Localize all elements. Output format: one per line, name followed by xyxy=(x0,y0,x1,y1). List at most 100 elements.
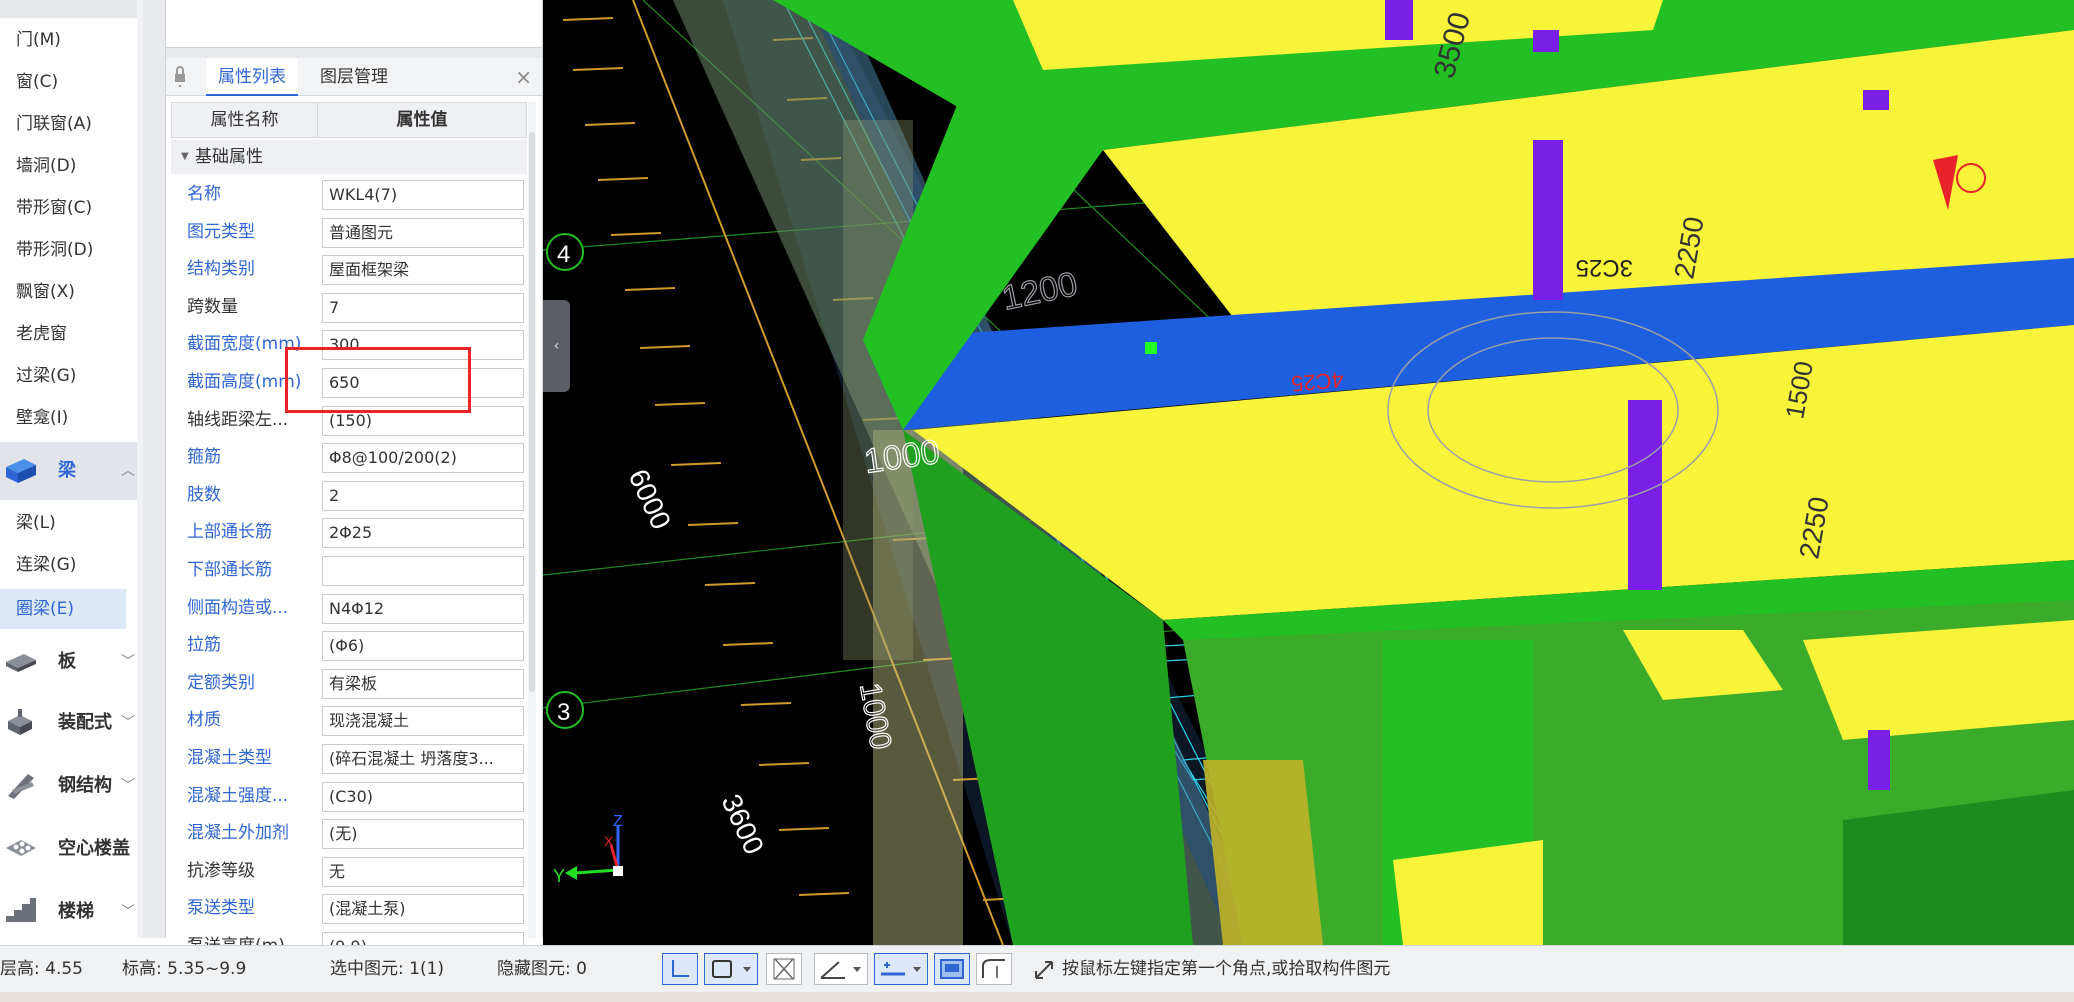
tab-layers[interactable]: 图层管理 xyxy=(308,58,400,96)
property-value-input[interactable]: 屋面框架梁 xyxy=(322,255,524,286)
stairs-icon xyxy=(6,898,36,922)
sidebar-top-group-cut xyxy=(0,0,143,18)
select-mode-toggle[interactable] xyxy=(704,953,758,985)
property-value-input[interactable]: Φ8@100/200(2) xyxy=(322,443,524,474)
sidebar-group-label: 梁 xyxy=(58,460,76,481)
property-row[interactable]: 下部通长筋 xyxy=(171,552,527,590)
tab-properties[interactable]: 属性列表 xyxy=(206,58,298,96)
property-value-input[interactable]: 普通图元 xyxy=(322,217,524,248)
property-value-input[interactable]: WKL4(7) xyxy=(322,180,524,210)
dynamic-input-icon xyxy=(940,959,964,979)
svg-text:4C25: 4C25 xyxy=(1290,367,1345,396)
model-canvas[interactable]: 4 3 6000 3600 1000 1000 1200 3500 3C25 4… xyxy=(543,0,2074,945)
dynamic-input-toggle[interactable] xyxy=(934,953,970,985)
property-row[interactable]: 肢数 2 xyxy=(171,477,527,515)
ortho-toggle[interactable] xyxy=(662,953,698,985)
property-value-input[interactable]: 7 xyxy=(322,292,524,323)
property-name: 名称 xyxy=(187,184,221,204)
sidebar-group-beam[interactable]: 梁 ︿ xyxy=(0,442,143,500)
sidebar-group-slab[interactable]: 板 ﹀ xyxy=(0,633,143,691)
property-row[interactable]: 上部通长筋 2Φ25 xyxy=(171,514,527,552)
steel-structure-icon xyxy=(8,774,34,799)
property-row[interactable]: 侧面构造或... N4Φ12 xyxy=(171,590,527,628)
property-row[interactable]: 泵送类型 (混凝土泵) xyxy=(171,890,527,928)
property-value-input[interactable]: (碎石混凝土 坍落度3... xyxy=(322,744,524,774)
sidebar-group-stairs[interactable]: 楼梯 ﹀ xyxy=(0,883,143,938)
property-name: 定额类别 xyxy=(187,672,255,693)
close-icon[interactable]: × xyxy=(515,58,532,96)
property-row[interactable]: 结构类别 屋面框架梁 xyxy=(171,251,527,289)
selected-count-text: 选中图元: 1(1) xyxy=(330,959,445,979)
property-row[interactable]: 混凝土强度... (C30) xyxy=(171,778,527,816)
property-value-input[interactable]: 无 xyxy=(322,856,524,887)
column-header-value: 属性值 xyxy=(396,110,448,130)
property-name: 材质 xyxy=(187,710,221,731)
sidebar-item-strip-opening[interactable]: 带形洞(D) xyxy=(16,232,142,268)
sidebar-group-label: 钢结构 xyxy=(58,775,112,796)
sidebar-item-niche[interactable]: 壁龛(I) xyxy=(16,400,142,436)
cross-select-toggle[interactable] xyxy=(766,953,802,985)
panel-collapse-handle[interactable]: ‹ xyxy=(543,300,570,392)
sidebar-group-steel[interactable]: 钢结构 ﹀ xyxy=(0,757,143,815)
property-section-basic[interactable]: ▼ 基础属性 xyxy=(171,140,527,174)
property-row[interactable]: 抗渗等级 无 xyxy=(171,853,527,891)
property-row[interactable]: 名称 WKL4(7) xyxy=(171,176,527,214)
property-row[interactable]: 拉筋 (Φ6) xyxy=(171,627,527,665)
property-row[interactable]: 跨数量 7 xyxy=(171,289,527,327)
snap-point-toggle[interactable] xyxy=(874,953,928,985)
sidebar-item-wall-opening[interactable]: 墙洞(D) xyxy=(16,148,142,184)
sidebar-item-coupling-beam[interactable]: 连梁(G) xyxy=(16,547,142,583)
property-table-header: 属性名称 属性值 xyxy=(171,102,527,138)
sidebar-item-strip-window[interactable]: 带形窗(C) xyxy=(16,190,142,226)
property-name: 混凝土强度... xyxy=(187,785,289,806)
property-name: 抗渗等级 xyxy=(187,860,255,881)
sidebar-group-hollow-floor[interactable]: 空心楼盖 xyxy=(0,820,143,878)
ortho-icon xyxy=(672,960,689,977)
chevron-down-icon: ﹀ xyxy=(121,654,135,670)
property-name: 拉筋 xyxy=(187,635,221,656)
scrollbar-thumb[interactable] xyxy=(529,132,535,692)
property-value-input[interactable]: (Φ6) xyxy=(322,631,524,662)
property-name: 结构类别 xyxy=(187,259,255,280)
angle-snap-toggle[interactable] xyxy=(814,953,868,985)
property-value-input[interactable]: (无) xyxy=(322,819,524,850)
property-value-input[interactable]: 2 xyxy=(322,480,524,511)
property-scrollbar[interactable] xyxy=(528,102,536,938)
sidebar-item-window[interactable]: 窗(C) xyxy=(16,64,142,100)
sidebar-group-label: 楼梯 xyxy=(58,901,94,922)
property-value-input[interactable]: 有梁板 xyxy=(322,668,524,699)
sidebar-item-door[interactable]: 门(M) xyxy=(16,22,142,58)
3d-viewport[interactable]: 4 3 6000 3600 1000 1000 1200 3500 3C25 4… xyxy=(543,0,2074,945)
property-value-input[interactable]: 2Φ25 xyxy=(322,518,524,549)
property-value-input[interactable]: 现浇混凝土 xyxy=(322,706,524,737)
sidebar-item-door-window[interactable]: 门联窗(A) xyxy=(16,106,142,142)
sidebar-item-bay-window[interactable]: 飘窗(X) xyxy=(16,274,142,310)
chevron-down-icon: ﹀ xyxy=(121,904,135,920)
sidebar-item-lintel[interactable]: 过梁(G) xyxy=(16,358,142,394)
property-row[interactable]: 混凝土类型 (碎石混凝土 坍落度3... xyxy=(171,740,527,778)
property-value-input[interactable]: (C30) xyxy=(322,781,524,812)
property-row[interactable]: 定额类别 有梁板 xyxy=(171,665,527,703)
sidebar-item-beam[interactable]: 梁(L) xyxy=(16,505,142,541)
elevation-text: 标高: 5.35~9.9 xyxy=(122,959,247,979)
panel-gutter xyxy=(143,0,165,938)
svg-text:Y: Y xyxy=(553,866,565,886)
pin-icon[interactable] xyxy=(172,64,188,90)
property-value-input[interactable]: N4Φ12 xyxy=(322,593,524,624)
arc-icon xyxy=(982,959,1005,978)
svg-text:3600: 3600 xyxy=(716,789,770,859)
sidebar-group-prefab[interactable]: 装配式 ﹀ xyxy=(0,694,143,752)
sidebar-item-ring-beam[interactable]: 圈梁(E) xyxy=(0,589,126,629)
svg-text:4: 4 xyxy=(557,241,570,268)
sidebar-group-label: 空心楼盖 xyxy=(58,838,130,859)
property-value-input[interactable]: (混凝土泵) xyxy=(322,894,524,925)
property-value-input[interactable] xyxy=(322,556,524,586)
sidebar-item-dormer[interactable]: 老虎窗 xyxy=(16,316,142,352)
property-row[interactable]: 混凝土外加剂 (无) xyxy=(171,815,527,853)
property-row[interactable]: 箍筋 Φ8@100/200(2) xyxy=(171,439,527,477)
property-name: 下部通长筋 xyxy=(187,560,272,580)
property-row[interactable]: 图元类型 普通图元 xyxy=(171,214,527,252)
property-name: 侧面构造或... xyxy=(187,597,289,618)
arc-tool-toggle[interactable] xyxy=(976,953,1012,985)
property-row[interactable]: 材质 现浇混凝土 xyxy=(171,702,527,740)
